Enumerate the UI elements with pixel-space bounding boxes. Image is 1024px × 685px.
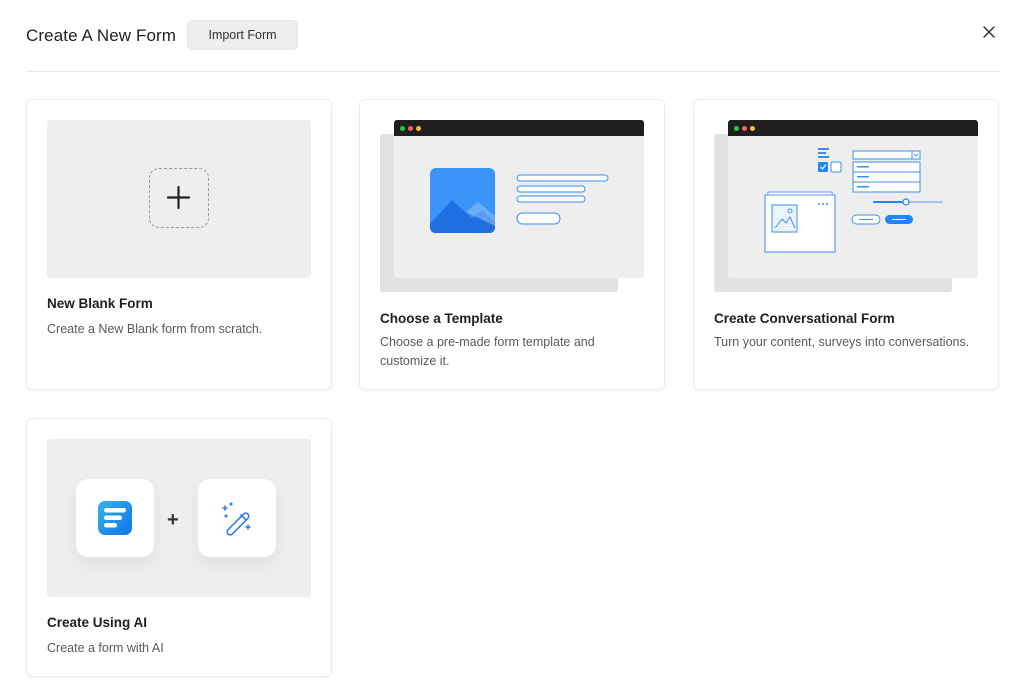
browser-bar [394, 120, 644, 136]
window-dot-red [408, 125, 413, 131]
page-title: Create A New Form [26, 26, 177, 45]
window-dot-yellow [416, 125, 421, 131]
template-preview [380, 120, 644, 292]
browser-window-illustration [394, 120, 644, 278]
ai-preview: + [47, 439, 311, 597]
magic-wand-box [198, 479, 276, 557]
window-dot-green [400, 125, 405, 131]
new-blank-form-card[interactable]: New Blank Form Create a New Blank form f… [26, 99, 332, 390]
fluent-forms-logo-box [76, 479, 154, 557]
card-title: Create Using AI [47, 615, 148, 630]
modal-header: Create A New Form Import Form [26, 20, 1000, 52]
image-icon [430, 168, 495, 233]
plus-icon [166, 185, 191, 210]
magic-wand-icon [222, 502, 251, 536]
header-divider [26, 71, 1000, 72]
card-title: Choose a Template [380, 311, 503, 326]
fluent-forms-logo-icon [98, 501, 132, 535]
card-title: New Blank Form [47, 296, 153, 311]
choose-template-card[interactable]: Choose a Template Choose a pre-made form… [359, 99, 665, 390]
browser-bar [728, 120, 978, 136]
window-dot-yellow [750, 125, 755, 131]
window-dot-red [742, 125, 747, 131]
conversational-form-card[interactable]: Create Conversational Form Turn your con… [693, 99, 999, 390]
card-title: Create Conversational Form [714, 311, 895, 326]
template-illustration [430, 168, 609, 233]
blank-form-preview [47, 120, 311, 278]
browser-window-illustration [728, 120, 978, 278]
window-dot-green [734, 125, 739, 131]
card-description: Turn your content, surveys into conversa… [714, 335, 970, 349]
import-form-button[interactable]: Import Form [187, 20, 298, 50]
create-using-ai-card[interactable]: + Create Using AI Create a form with AI [26, 418, 332, 677]
plus-icon: + [167, 509, 179, 531]
card-description: Choose a pre-made form template and cust… [380, 335, 595, 368]
close-icon [983, 26, 995, 38]
close-button[interactable] [978, 21, 1000, 43]
card-description: Create a New Blank form from scratch. [47, 322, 263, 336]
card-description: Create a form with AI [47, 641, 164, 655]
dashed-plus-box [149, 168, 209, 228]
conversational-illustration [764, 148, 943, 253]
conversational-preview [714, 120, 978, 292]
